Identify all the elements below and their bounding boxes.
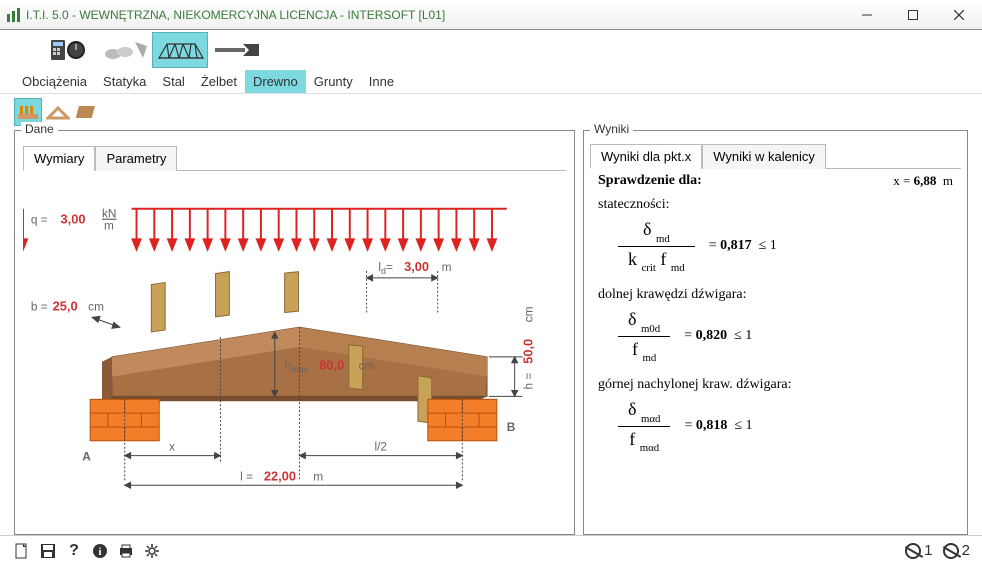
app-icon (6, 8, 20, 22)
settings-icon[interactable] (142, 541, 162, 561)
subtool-beam-3[interactable] (74, 98, 102, 126)
row-3-frac: δ mαdf mαd = 0,818 ≤ 1 (618, 399, 953, 453)
row-3-label: górnej nachylonej kraw. dźwigara: (598, 377, 953, 393)
minimize-button[interactable] (844, 0, 890, 30)
status-indicator-2-icon (943, 543, 959, 559)
menu-zelbet[interactable]: Żelbet (193, 70, 245, 93)
l2-label: l/2 (374, 440, 387, 454)
maximize-button[interactable] (890, 0, 936, 30)
main-toolbar (0, 30, 982, 70)
row-2-num: δ m0d (618, 309, 670, 337)
toolbar-truss-icon[interactable] (152, 32, 208, 68)
load-arrows (23, 209, 27, 249)
svg-text:i: i (98, 546, 101, 558)
diagram: q = 3,00 kN m (23, 177, 566, 517)
status-indicator-1-icon (905, 543, 921, 559)
tab-wyniki-pkt-x[interactable]: Wyniki dla pkt.x (590, 144, 702, 169)
menu-inne[interactable]: Inne (361, 70, 402, 93)
row-2-den: f md (618, 337, 670, 364)
hmax-unit: cm (359, 359, 375, 373)
ld-label: ld= (378, 260, 393, 276)
row-3-den: f mαd (618, 427, 670, 454)
arrow-set (133, 209, 496, 249)
info-icon[interactable]: i (90, 541, 110, 561)
dim-h (489, 357, 523, 396)
menu-stal[interactable]: Stal (154, 70, 192, 93)
b-label: b = (31, 299, 48, 313)
dane-tabs: Wymiary Parametry (23, 145, 566, 171)
tab-wyniki-kalenica[interactable]: Wyniki w kalenicy (702, 144, 826, 169)
h-value[interactable]: 50,0 (520, 339, 535, 364)
window-title: I.T.I. 5.0 - WEWNĘTRZNA, NIEKOMERCYJNA L… (26, 8, 844, 22)
row-1-num: δ md (618, 219, 695, 247)
toolbar-calc-icon[interactable] (40, 32, 96, 68)
wyniki-tabs: Wyniki dla pkt.x Wyniki w kalenicy (590, 143, 961, 169)
check-title: Sprawdzenie dla: (598, 173, 702, 189)
h-unit: cm (521, 306, 535, 322)
h-label: h = (521, 373, 535, 390)
x-label: x (169, 440, 175, 454)
new-icon[interactable] (12, 541, 32, 561)
dane-panel: Dane Wymiary Parametry q = 3,00 kN m (14, 130, 575, 535)
tab-wymiary[interactable]: Wymiary (23, 146, 95, 171)
q-unit-den: m (104, 219, 114, 233)
menu-statyka[interactable]: Statyka (95, 70, 154, 93)
close-button[interactable] (936, 0, 982, 30)
statusbar: ? i 1 2 (0, 535, 982, 565)
l-value[interactable]: 22,00 (264, 468, 296, 483)
tab-parametry[interactable]: Parametry (95, 146, 177, 171)
menu-grunty[interactable]: Grunty (306, 70, 361, 93)
wyniki-panel: Wyniki Wyniki dla pkt.x Wyniki w kalenic… (583, 130, 968, 535)
wyniki-panel-title: Wyniki (590, 122, 633, 136)
row-1-label: stateczności: (598, 197, 953, 213)
menu-drewno[interactable]: Drewno (245, 70, 306, 93)
menubar: Obciążenia Statyka Stal Żelbet Drewno Gr… (0, 70, 982, 94)
dim-ld (367, 271, 438, 312)
hmax-value[interactable]: 80,0 (319, 358, 344, 373)
q-label: q = (31, 213, 48, 227)
label-a: A (82, 450, 91, 464)
row-3-num: δ mαd (618, 399, 670, 427)
check-x: x = 6,88 m (893, 173, 953, 189)
toolbar-load-icon[interactable] (96, 32, 152, 68)
row-2-frac: δ m0df md = 0,820 ≤ 1 (618, 309, 953, 363)
l-label: l = (240, 469, 253, 483)
sub-toolbar (0, 94, 982, 130)
save-icon[interactable] (38, 541, 58, 561)
b-value[interactable]: 25,0 (53, 298, 78, 313)
status-right: 1 2 (905, 542, 970, 559)
help-icon[interactable]: ? (64, 541, 84, 561)
dim-b (92, 316, 120, 328)
toolbar-wrench-icon[interactable] (208, 32, 264, 68)
b-unit: cm (88, 299, 104, 313)
menu-obciazenia[interactable]: Obciążenia (14, 70, 95, 93)
q-value[interactable]: 3,00 (61, 212, 86, 227)
print-icon[interactable] (116, 541, 136, 561)
row-1-frac: δ mdk crit f md = 0,817 ≤ 1 (618, 219, 953, 273)
label-b: B (507, 420, 516, 434)
ld-value[interactable]: 3,00 (404, 259, 429, 274)
ld-unit: m (442, 260, 452, 274)
row-1-den: k crit f md (618, 247, 695, 274)
titlebar: I.T.I. 5.0 - WEWNĘTRZNA, NIEKOMERCYJNA L… (0, 0, 982, 30)
dane-panel-title: Dane (21, 122, 58, 136)
l-unit: m (313, 469, 323, 483)
row-2-label: dolnej krawędzi dźwigara: (598, 287, 953, 303)
